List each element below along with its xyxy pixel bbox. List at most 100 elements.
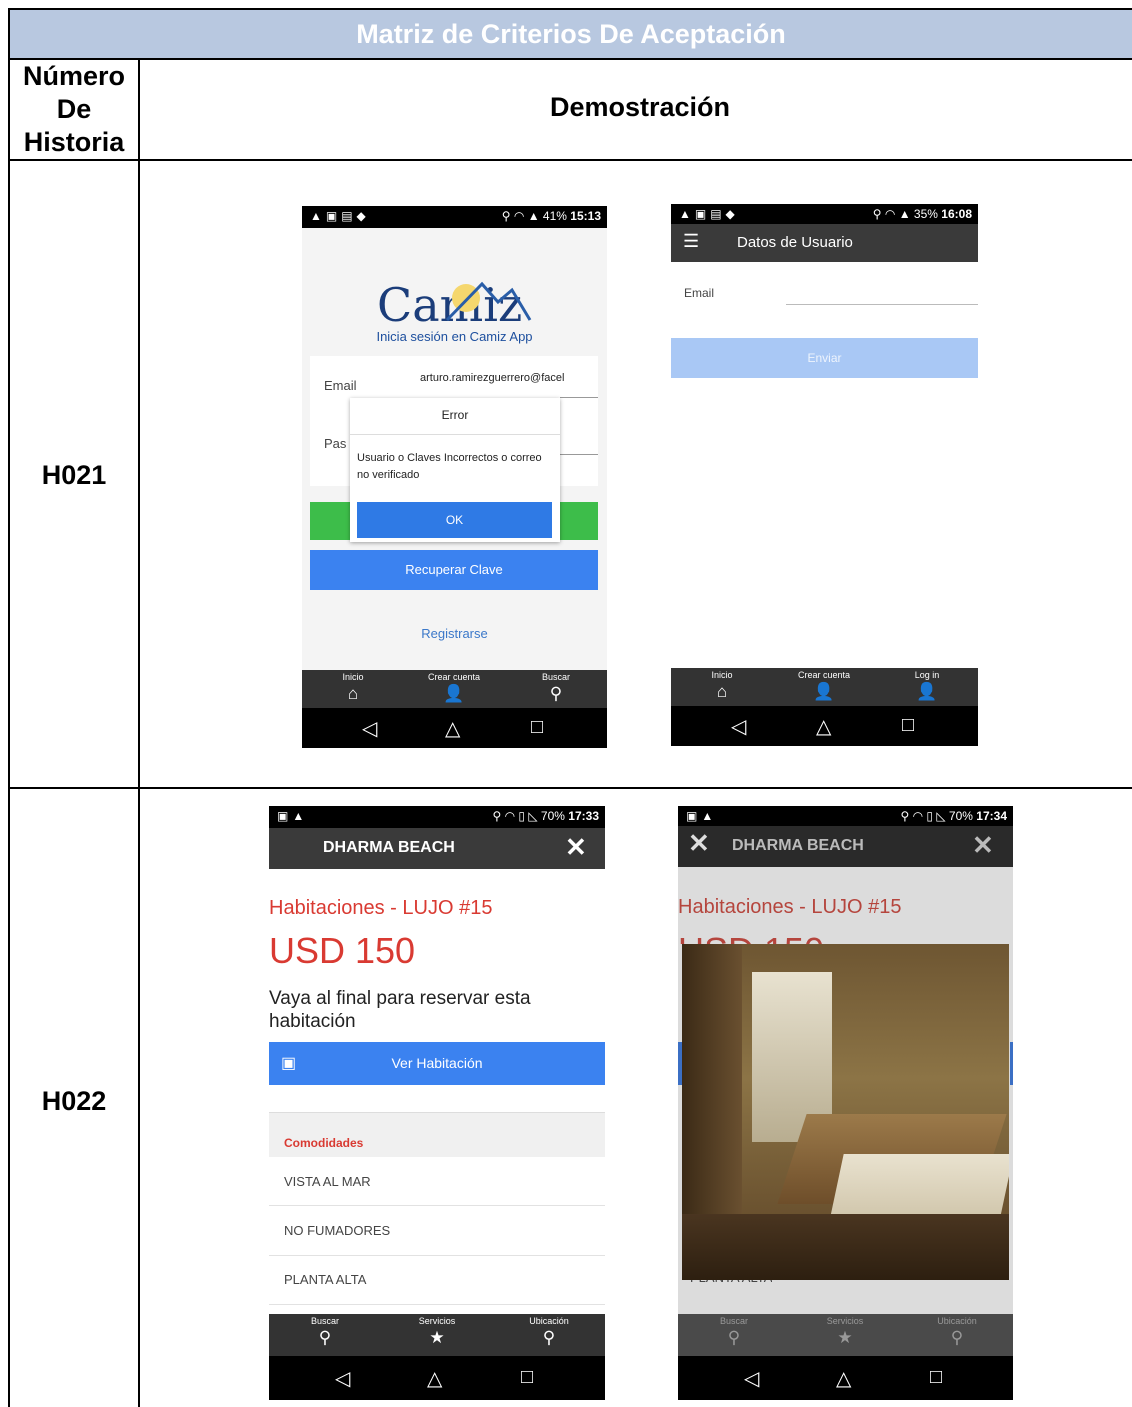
tab-buscar[interactable]: Buscar ⚲: [285, 1316, 365, 1348]
status-bar: ▣▲ ⚲ ◠ ▯ ◺ 70% 17:34: [678, 806, 1013, 826]
home-nav-icon[interactable]: △: [836, 1366, 851, 1391]
dialog-title: Error: [441, 408, 469, 422]
close-photo-icon[interactable]: ✕: [688, 828, 710, 859]
bottom-tab-bar: Buscar ⚲ Servicios ★ Ubicación ⚲: [269, 1314, 605, 1356]
android-nav-bar: ◁ △ □: [302, 708, 607, 748]
email-label: Email: [324, 378, 357, 393]
user-data-screenshot: ▲▣▤◆ ⚲ ◠ ▲ 35% 16:08 ☰ Datos de Usuario …: [671, 204, 978, 746]
amenities-header-bg: [269, 1112, 605, 1157]
star-icon: ★: [837, 1328, 853, 1347]
send-button[interactable]: Enviar: [671, 338, 978, 378]
app-header: ☰ Datos de Usuario: [671, 224, 978, 262]
home-nav-icon[interactable]: △: [445, 716, 460, 741]
user-icon: 👤: [916, 682, 938, 701]
dialog-ok-button[interactable]: OK: [357, 502, 552, 538]
tab-ubicacion[interactable]: Ubicación ⚲: [917, 1316, 997, 1348]
amenity-item: NO FUMADORES: [269, 1206, 605, 1256]
close-icon[interactable]: ✕: [565, 832, 587, 863]
recents-icon[interactable]: □: [521, 1366, 533, 1389]
home-nav-icon[interactable]: △: [427, 1366, 442, 1391]
tab-servicios[interactable]: Servicios ★: [397, 1316, 477, 1348]
tab-ubicacion[interactable]: Ubicación ⚲: [509, 1316, 589, 1348]
menu-icon[interactable]: ☰: [683, 231, 699, 252]
header-title: DHARMA BEACH: [732, 837, 864, 854]
mountain-icon: [445, 281, 532, 322]
email-input[interactable]: [786, 304, 978, 305]
tab-log-in[interactable]: Log in 👤: [887, 670, 967, 702]
dialog-message: Usuario o Claves Incorrectos o correo no…: [357, 452, 542, 481]
status-right: ⚲ ◠ ▲ 35% 16:08: [872, 207, 972, 221]
amenity-item: PLANTA ALTA: [269, 1256, 605, 1305]
bottom-tab-bar: Inicio ⌂ Crear cuenta 👤 Log in 👤: [671, 668, 978, 706]
back-icon[interactable]: ◁: [744, 1366, 759, 1391]
notification-icons: ▲▣▤◆: [679, 207, 739, 221]
android-nav-bar: ◁ △ □: [678, 1356, 1013, 1400]
tab-inicio[interactable]: Inicio ⌂: [313, 672, 393, 704]
login-subtitle: Inicia sesión en Camiz App: [376, 329, 533, 344]
notification-icons: ▣▲: [686, 809, 718, 823]
search-icon: ⚲: [318, 1328, 332, 1347]
row-id-h021: H021: [41, 460, 107, 490]
dialog-divider: [350, 434, 560, 435]
home-icon: ⌂: [347, 684, 359, 703]
app-header: ✕ DHARMA BEACH ✕: [678, 826, 1013, 867]
email-input[interactable]: arturo.ramirezguerrero@facel: [420, 372, 598, 384]
header-divider: [10, 159, 1132, 161]
room-description: Vaya al final para reservar esta habitac…: [269, 988, 531, 1032]
bottom-tab-bar: Inicio ⌂ Crear cuenta 👤 Buscar ⚲: [302, 670, 607, 708]
tab-buscar[interactable]: Buscar ⚲: [516, 672, 596, 704]
home-nav-icon[interactable]: △: [816, 714, 831, 739]
tab-crear-cuenta[interactable]: Crear cuenta 👤: [784, 670, 864, 702]
view-button-edge: [1010, 1042, 1013, 1085]
email-underline: [560, 397, 598, 398]
status-right: ⚲ ◠ ▯ ◺ 70% 17:34: [900, 809, 1007, 823]
tab-crear-cuenta[interactable]: Crear cuenta 👤: [414, 672, 494, 704]
floor: [682, 1214, 1009, 1280]
star-icon: ★: [429, 1328, 445, 1347]
recents-icon[interactable]: □: [902, 714, 914, 737]
room-price-partial: USD 150: [678, 930, 824, 944]
email-label: Email: [684, 286, 715, 300]
status-right: ⚲ ◠ ▯ ◺ 70% 17:33: [492, 809, 599, 823]
recents-icon[interactable]: □: [930, 1366, 942, 1389]
recover-password-button[interactable]: Recuperar Clave: [310, 550, 598, 590]
error-dialog: Error Usuario o Claves Incorrectos o cor…: [350, 398, 560, 542]
login-screenshot: ▲▣▤◆ ⚲ ◠ ▲ 41% 15:13 Camiz Inicia sesión…: [302, 206, 607, 748]
status-right: ⚲ ◠ ▲ 41% 15:13: [501, 209, 601, 223]
app-header: DHARMA BEACH ✕: [269, 828, 605, 869]
header-title: DHARMA BEACH: [323, 839, 455, 856]
row-divider: [10, 787, 1132, 789]
search-icon: ⚲: [727, 1328, 741, 1347]
back-icon[interactable]: ◁: [335, 1366, 350, 1391]
table-title: Matriz de Criterios De Aceptación: [10, 10, 1132, 60]
status-bar: ▲▣▤◆ ⚲ ◠ ▲ 35% 16:08: [671, 204, 978, 224]
login-button-left[interactable]: [310, 502, 350, 540]
android-nav-bar: ◁ △ □: [671, 706, 978, 746]
tab-inicio[interactable]: Inicio ⌂: [682, 670, 762, 702]
view-room-button[interactable]: ▣ Ver Habitación: [269, 1042, 605, 1085]
android-nav-bar: ◁ △ □: [269, 1356, 605, 1400]
amenity-item: VISTA AL MAR: [269, 1156, 605, 1206]
password-underline: [560, 454, 598, 455]
bottom-tab-bar: Buscar ⚲ Servicios ★ Ubicación ⚲: [678, 1314, 1013, 1356]
search-icon: ⚲: [549, 684, 563, 703]
room-price: USD 150: [269, 930, 416, 971]
register-link[interactable]: Registrarse: [302, 626, 607, 641]
login-button-right[interactable]: [558, 502, 598, 540]
location-pin-icon: ⚲: [542, 1328, 556, 1347]
recents-icon[interactable]: □: [531, 716, 543, 739]
tab-buscar[interactable]: Buscar ⚲: [694, 1316, 774, 1348]
close-icon[interactable]: ✕: [972, 830, 994, 861]
back-icon[interactable]: ◁: [731, 714, 746, 739]
password-label: Pas: [324, 436, 347, 451]
notification-icons: ▲▣▤◆: [310, 209, 370, 223]
back-icon[interactable]: ◁: [362, 716, 377, 741]
location-pin-icon: ⚲: [950, 1328, 964, 1347]
tab-servicios[interactable]: Servicios ★: [805, 1316, 885, 1348]
home-icon: ⌂: [716, 682, 728, 701]
status-bar: ▣▲ ⚲ ◠ ▯ ◺ 70% 17:33: [269, 806, 605, 828]
image-icon: ▣: [281, 1055, 297, 1072]
header-story-number: Número De Historia: [22, 61, 125, 157]
status-bar: ▲▣▤◆ ⚲ ◠ ▲ 41% 15:13: [302, 206, 607, 228]
add-user-icon: 👤: [443, 684, 465, 703]
